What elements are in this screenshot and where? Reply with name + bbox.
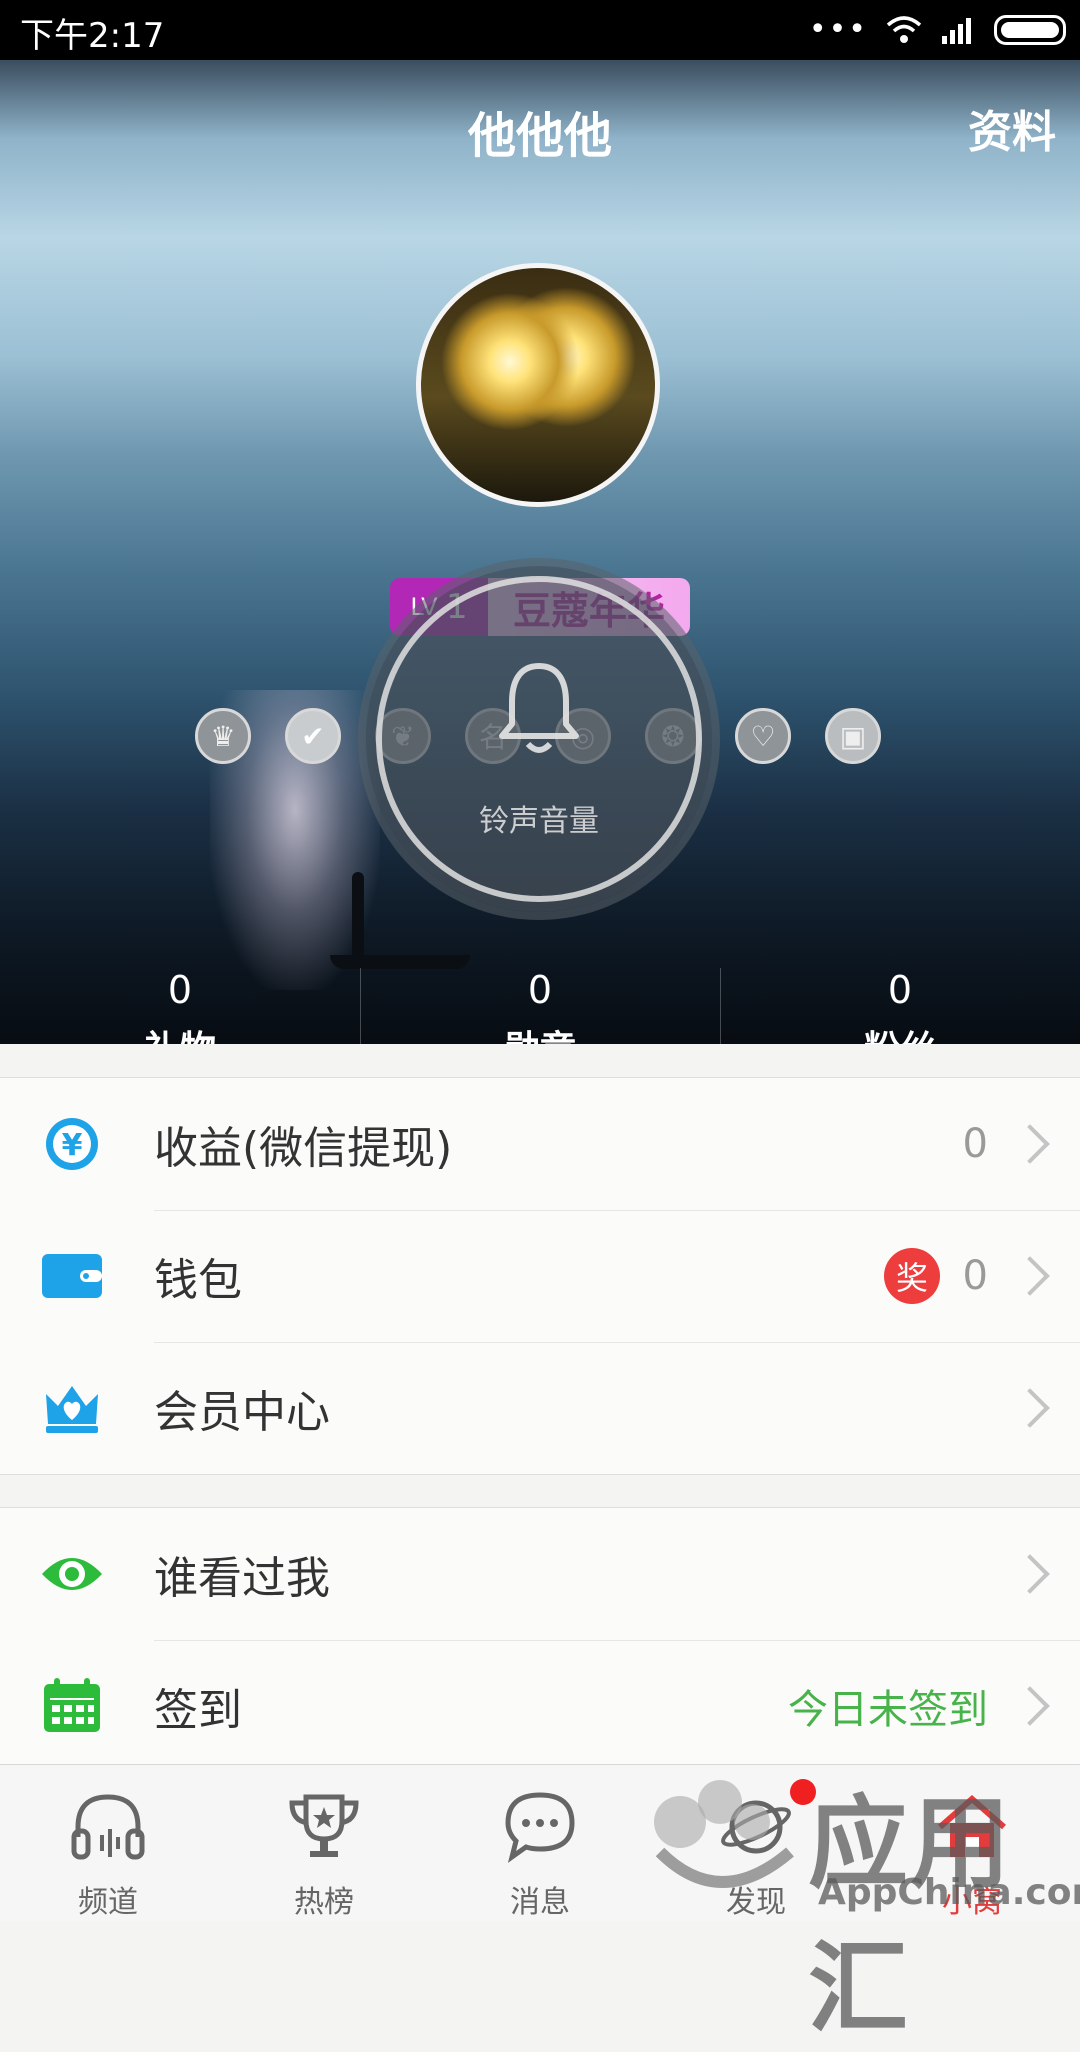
stat-gifts-label: 礼物 bbox=[0, 1020, 360, 1044]
wallet-value: 0 bbox=[962, 1253, 988, 1299]
stat-gifts[interactable]: 0 礼物 bbox=[0, 968, 360, 1044]
tab-home[interactable]: 小窝 bbox=[864, 1765, 1080, 1921]
bottom-tab-bar: 频道 热榜 消息 发现 小窝 bbox=[0, 1764, 1080, 1921]
menu-item-label: 钱包 bbox=[154, 1255, 242, 1306]
background-boat bbox=[330, 955, 470, 969]
planet-icon bbox=[721, 1800, 791, 1854]
chevron-right-icon bbox=[1010, 1256, 1050, 1296]
headphones-icon bbox=[71, 1794, 145, 1860]
stat-medals[interactable]: 0 勋章 bbox=[360, 968, 720, 1044]
menu-item-label: 谁看过我 bbox=[154, 1553, 330, 1604]
menu-group-social: 谁看过我 签到 今日未签到 bbox=[0, 1507, 1080, 1773]
tab-label: 频道 bbox=[78, 1885, 138, 1920]
checkin-status: 今日未签到 bbox=[788, 1687, 988, 1733]
chevron-right-icon bbox=[1010, 1554, 1050, 1594]
prize-badge: 奖 bbox=[884, 1248, 940, 1304]
chevron-right-icon bbox=[1010, 1388, 1050, 1428]
menu-item-earnings[interactable]: ¥ 收益(微信提现) 0 bbox=[0, 1078, 1080, 1210]
tab-label: 热榜 bbox=[294, 1885, 354, 1920]
menu-item-visitors[interactable]: 谁看过我 bbox=[0, 1508, 1080, 1640]
tab-label: 小窝 bbox=[942, 1885, 1002, 1920]
yuan-icon: ¥ bbox=[46, 1118, 98, 1170]
stat-medals-label: 勋章 bbox=[360, 1020, 720, 1044]
menu-item-label: 签到 bbox=[154, 1685, 242, 1736]
crown-badge-icon[interactable]: ♛ bbox=[195, 708, 251, 764]
tab-discover[interactable]: 发现 bbox=[648, 1765, 864, 1921]
profile-stats: 0 礼物 0 勋章 0 粉丝 bbox=[0, 968, 1080, 1044]
tab-messages[interactable]: 消息 bbox=[432, 1765, 648, 1921]
page-title: 他他他 bbox=[467, 108, 612, 164]
menu-item-label: 收益(微信提现) bbox=[154, 1123, 453, 1174]
menu-item-wallet[interactable]: 钱包 奖 0 bbox=[0, 1210, 1080, 1342]
gift-badge-icon[interactable]: ▣ bbox=[825, 708, 881, 764]
menu-item-vip-center[interactable]: 会员中心 bbox=[0, 1342, 1080, 1474]
ringer-volume-overlay: 铃声音量 bbox=[366, 566, 712, 912]
status-bar: 下午2:17 ••• bbox=[0, 0, 1080, 60]
chat-bubble-icon bbox=[505, 1792, 575, 1863]
background-fisherman bbox=[352, 872, 364, 958]
menu-group-account: ¥ 收益(微信提现) 0 钱包 奖 0 会员中心 bbox=[0, 1077, 1080, 1475]
earnings-value: 0 bbox=[962, 1121, 988, 1167]
tab-label: 发现 bbox=[726, 1885, 786, 1920]
new-indicator-dot bbox=[790, 1779, 816, 1805]
stat-fans[interactable]: 0 粉丝 bbox=[720, 968, 1080, 1044]
eye-icon bbox=[42, 1558, 102, 1590]
bell-icon bbox=[499, 663, 579, 753]
home-icon bbox=[938, 1795, 1006, 1857]
chevron-right-icon bbox=[1010, 1686, 1050, 1726]
menu-item-checkin[interactable]: 签到 今日未签到 bbox=[0, 1640, 1080, 1772]
stat-gifts-count: 0 bbox=[167, 968, 193, 1012]
tab-rankings[interactable]: 热榜 bbox=[216, 1765, 432, 1921]
wallet-icon bbox=[42, 1254, 102, 1298]
avatar[interactable] bbox=[416, 263, 660, 507]
hearts-badge-icon[interactable]: ♡ bbox=[735, 708, 791, 764]
status-time: 下午2:17 bbox=[20, 16, 165, 56]
check-badge-icon[interactable]: ✔ bbox=[285, 708, 341, 764]
trophy-icon bbox=[289, 1794, 359, 1857]
signal-icon bbox=[942, 18, 971, 44]
profile-info-link[interactable]: 资料 bbox=[968, 96, 1056, 160]
stat-fans-label: 粉丝 bbox=[720, 1020, 1080, 1044]
tab-channels[interactable]: 频道 bbox=[0, 1765, 216, 1921]
stat-medals-count: 0 bbox=[527, 968, 553, 1012]
crown-heart-icon bbox=[46, 1386, 98, 1433]
notification-dots: ••• bbox=[808, 12, 868, 47]
volume-label: 铃声音量 bbox=[479, 804, 599, 839]
svg-text:¥: ¥ bbox=[62, 1128, 83, 1163]
wifi-icon bbox=[886, 16, 922, 43]
menu-item-label: 会员中心 bbox=[154, 1387, 330, 1438]
stat-fans-count: 0 bbox=[887, 968, 913, 1012]
tab-label: 消息 bbox=[510, 1885, 570, 1920]
calendar-icon bbox=[44, 1678, 100, 1732]
battery-icon bbox=[994, 15, 1066, 45]
chevron-right-icon bbox=[1010, 1124, 1050, 1164]
